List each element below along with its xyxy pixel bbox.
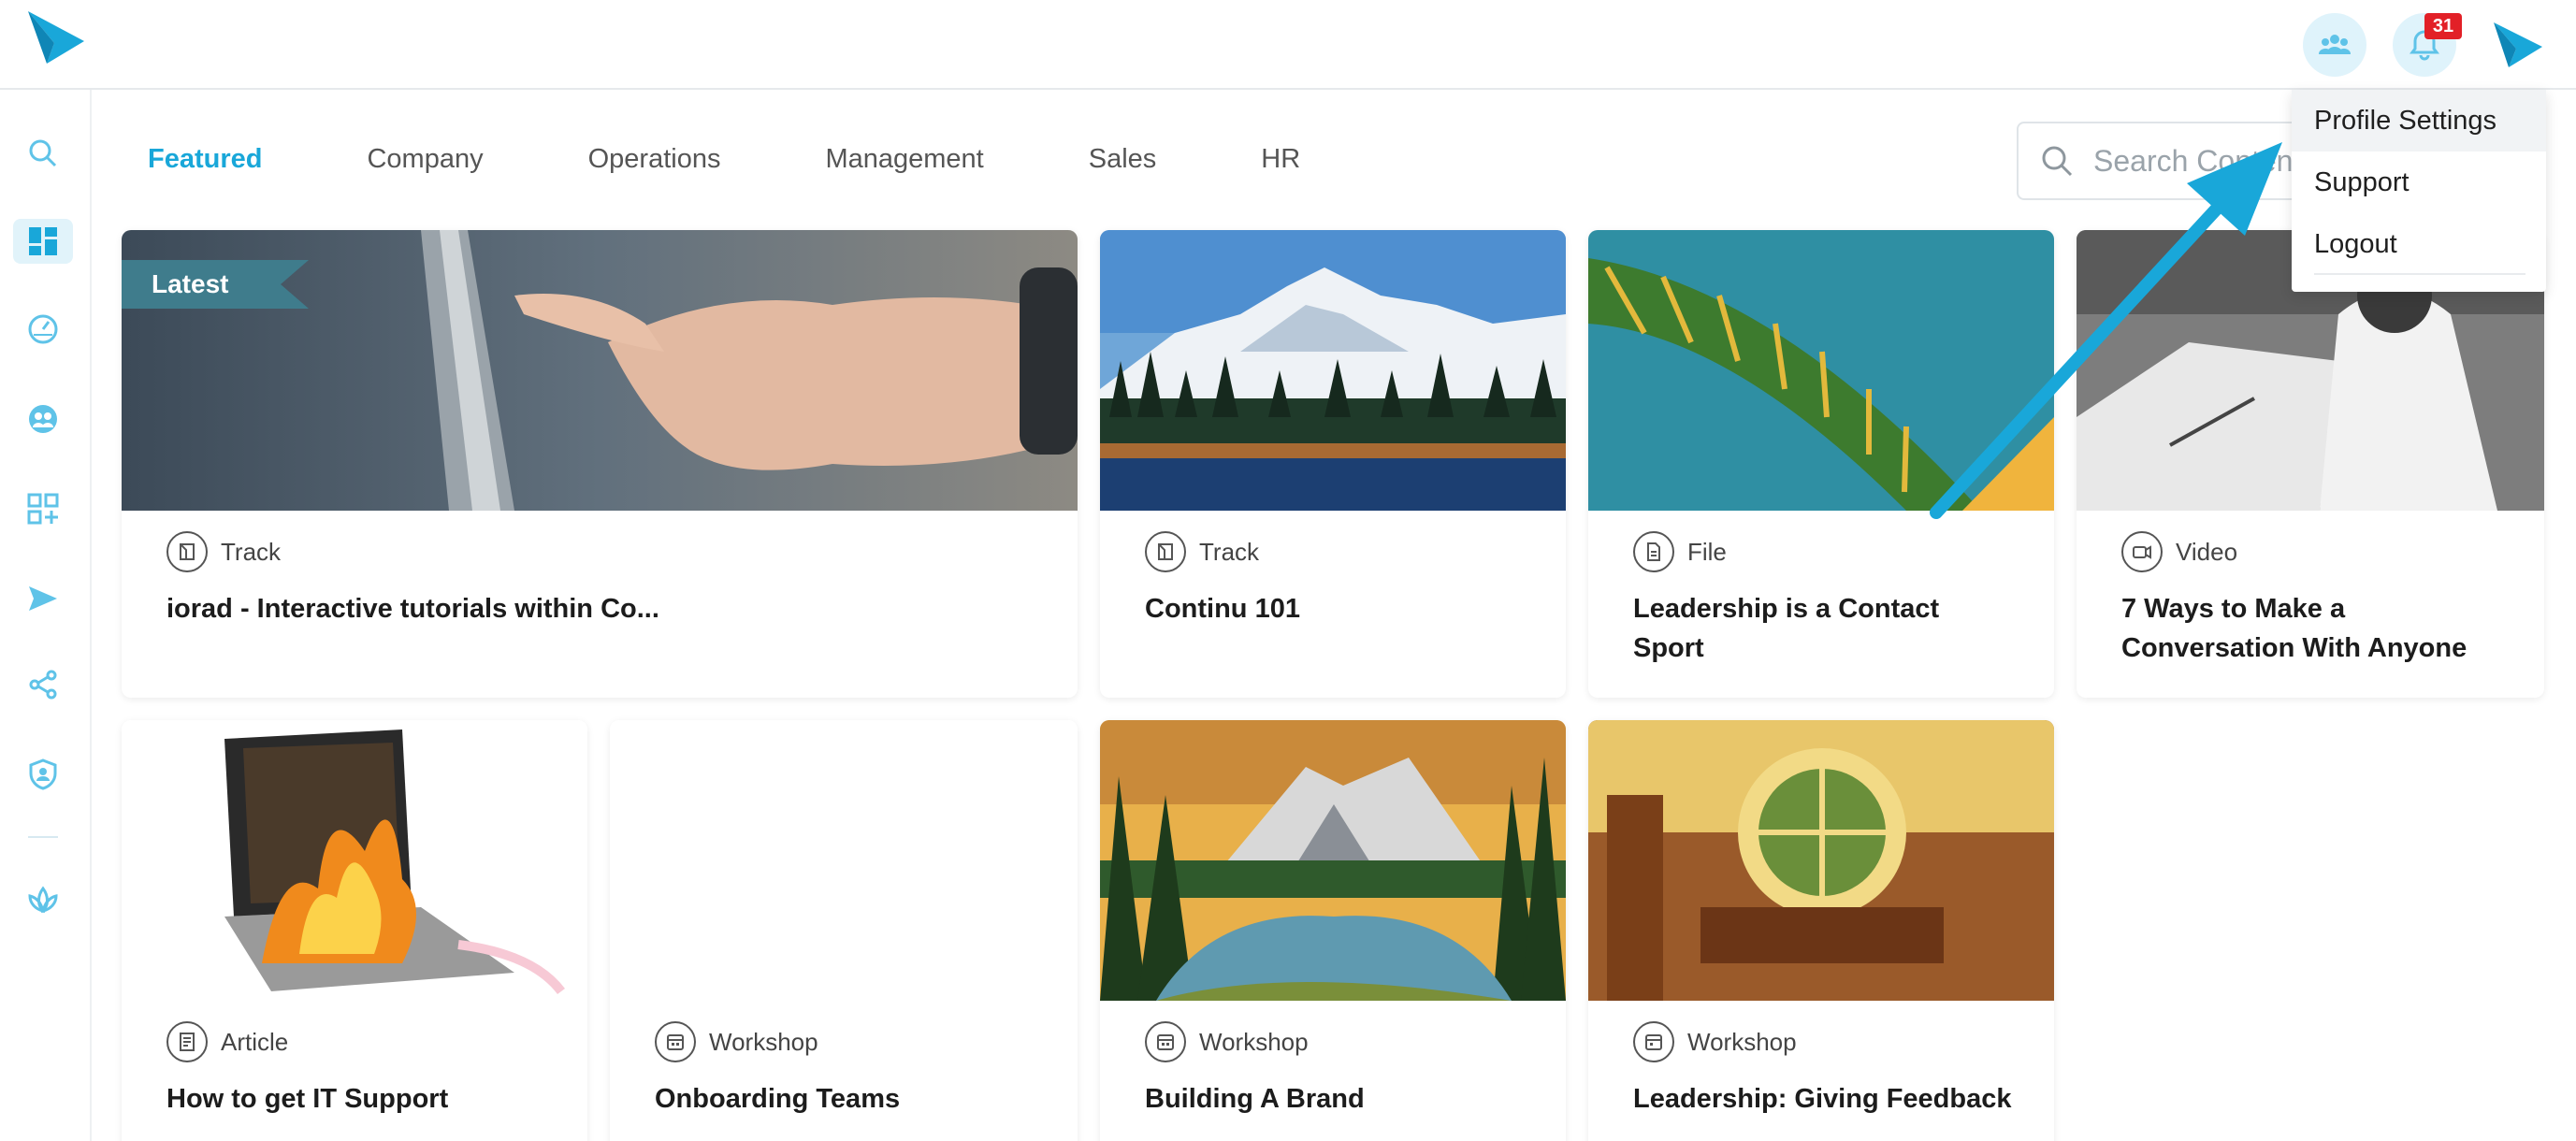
content-card[interactable]: Video 7 Ways to Make a Conversation With… — [2077, 230, 2544, 698]
card-title: iorad - Interactive tutorials within Co.… — [166, 594, 659, 624]
send-icon — [29, 586, 57, 611]
track-icon — [1145, 531, 1186, 572]
sidebar-item-apps[interactable] — [22, 488, 64, 529]
card-type: Workshop — [655, 1021, 818, 1062]
workshop-icon — [655, 1021, 696, 1062]
card-title: Leadership is a Contact Sport — [1633, 594, 1940, 663]
tab-hr[interactable]: HR — [1261, 140, 1300, 183]
sidebar — [0, 90, 92, 1141]
paper-plane-logo-icon[interactable] — [26, 7, 86, 69]
category-tabs: Featured Company Operations Management S… — [148, 140, 1405, 183]
card-title: How to get IT Support — [166, 1084, 449, 1114]
card-type: File — [1633, 531, 1727, 572]
card-type-label: Workshop — [1199, 1027, 1309, 1056]
sidebar-divider — [28, 836, 58, 838]
card-thumbnail — [1588, 720, 2054, 1001]
share-icon — [29, 670, 57, 700]
menu-divider — [2314, 273, 2525, 275]
card-type: Workshop — [1633, 1021, 1797, 1062]
card-title: 7 Ways to Make a Conversation With Anyon… — [2121, 594, 2467, 663]
workshop-icon — [1633, 1021, 1674, 1062]
sidebar-item-search[interactable] — [22, 133, 64, 174]
content-card[interactable]: Workshop Building A Brand — [1100, 720, 1566, 1141]
card-type-label: Track — [221, 537, 282, 566]
content-card[interactable]: File Leadership is a Contact Sport — [1588, 230, 2054, 698]
sidebar-item-security[interactable] — [22, 754, 64, 795]
add-apps-icon — [27, 493, 59, 525]
video-icon — [2121, 531, 2163, 572]
sidebar-item-users[interactable] — [22, 398, 64, 440]
profile-dropdown-menu: Profile Settings Support Logout — [2292, 90, 2546, 292]
notification-count-badge: 31 — [2424, 13, 2462, 39]
card-title: Leadership: Giving Feedback — [1633, 1084, 2012, 1114]
card-type-label: Video — [2176, 537, 2238, 566]
content-card[interactable]: Workshop Leadership: Giving Feedback — [1588, 720, 2054, 1141]
tab-management[interactable]: Management — [825, 140, 983, 183]
latest-badge-label: Latest — [152, 269, 229, 298]
card-type: Video — [2121, 531, 2237, 572]
card-title: Onboarding Teams — [655, 1084, 901, 1114]
article-icon — [166, 1021, 208, 1062]
content-card[interactable]: Latest Track iorad - Interactive tutoria… — [122, 230, 1078, 698]
tab-company[interactable]: Company — [367, 140, 483, 183]
card-thumbnail — [610, 720, 1078, 1001]
menu-item-support[interactable]: Support — [2292, 152, 2546, 213]
card-thumbnail — [1100, 230, 1566, 511]
card-type: Workshop — [1145, 1021, 1309, 1062]
file-icon — [1633, 531, 1674, 572]
card-type-label: Article — [221, 1027, 289, 1056]
tab-operations[interactable]: Operations — [588, 140, 721, 183]
content-card[interactable]: Workshop Onboarding Teams — [610, 720, 1078, 1141]
search-icon — [2042, 146, 2073, 177]
card-type-label: Track — [1199, 537, 1260, 566]
team-icon — [2318, 35, 2352, 54]
sidebar-item-dashboard[interactable] — [13, 219, 73, 264]
menu-item-profile-settings[interactable]: Profile Settings — [2292, 90, 2546, 152]
card-title: Building A Brand — [1145, 1084, 1365, 1114]
card-type: Track — [166, 531, 281, 572]
shield-user-icon — [29, 758, 57, 790]
sidebar-item-integrations[interactable] — [22, 879, 64, 920]
card-title: Continu 101 — [1145, 594, 1300, 624]
card-type-label: Workshop — [1687, 1027, 1797, 1056]
card-type-label: Workshop — [709, 1027, 818, 1056]
card-type: Article — [166, 1021, 288, 1062]
team-button[interactable] — [2303, 13, 2366, 77]
sidebar-item-send[interactable] — [22, 578, 64, 619]
sidebar-item-share[interactable] — [22, 664, 64, 705]
card-thumbnail — [1588, 230, 2054, 511]
users-icon — [29, 405, 57, 433]
card-thumbnail — [1100, 720, 1566, 1001]
content-card[interactable]: Track Continu 101 — [1100, 230, 1566, 698]
search-icon — [29, 139, 57, 167]
tab-sales[interactable]: Sales — [1089, 140, 1157, 183]
card-type-label: File — [1687, 537, 1727, 566]
card-type: Track — [1145, 531, 1259, 572]
dashboard-icon — [29, 227, 57, 255]
content-card[interactable]: Article How to get IT Support — [122, 720, 587, 1141]
menu-item-logout[interactable]: Logout — [2292, 213, 2546, 275]
workshop-icon — [1145, 1021, 1186, 1062]
gauge-icon — [28, 314, 58, 344]
track-icon — [166, 531, 208, 572]
profile-avatar-icon[interactable] — [2492, 19, 2544, 71]
sidebar-item-analytics[interactable] — [22, 309, 64, 350]
tab-featured[interactable]: Featured — [148, 140, 262, 183]
top-bar: 31 — [0, 0, 2576, 90]
card-thumbnail — [122, 720, 587, 1001]
lotus-icon — [28, 886, 58, 914]
